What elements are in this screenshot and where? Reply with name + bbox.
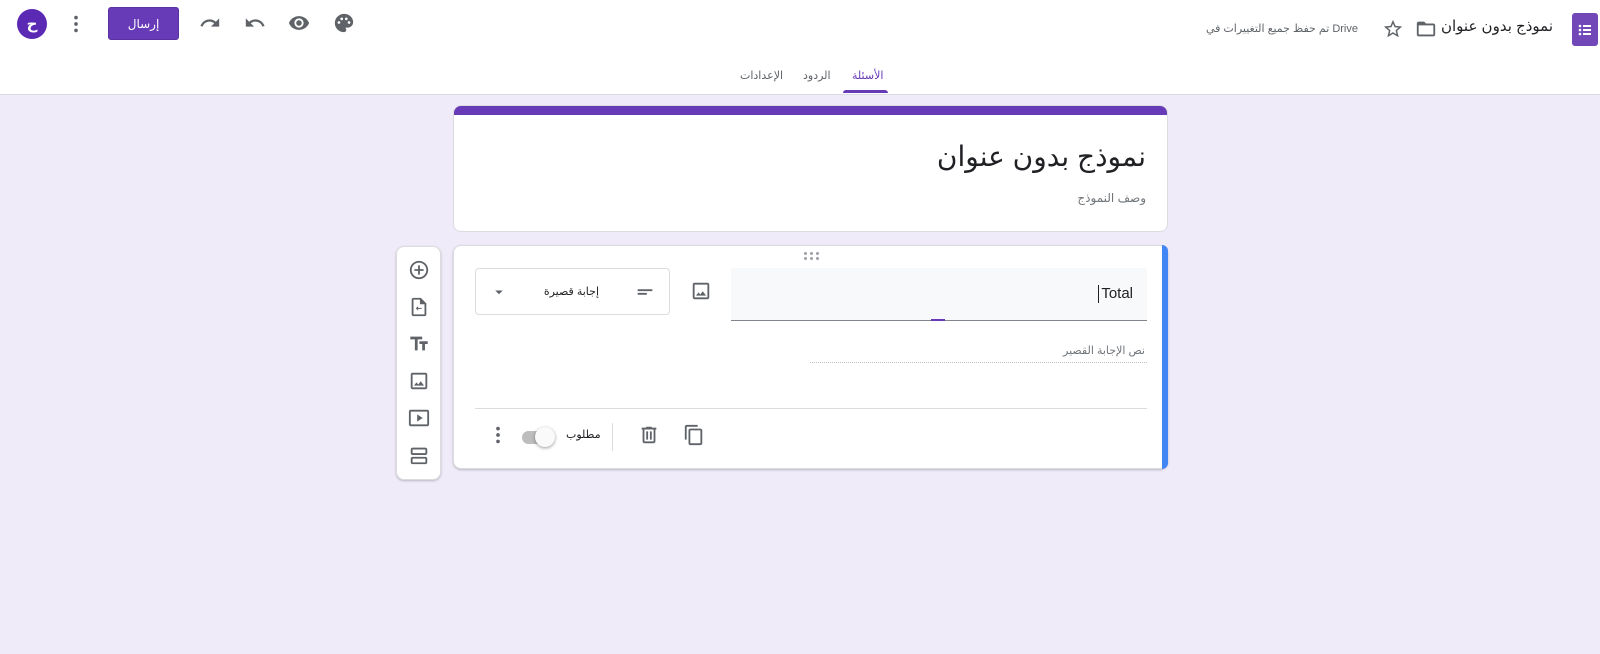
answer-underline xyxy=(810,362,1147,363)
input-focus-line xyxy=(931,319,945,321)
save-status: تم حفظ جميع التغييرات في Drive xyxy=(1205,23,1358,35)
floating-toolbar xyxy=(396,246,441,480)
redo-button[interactable] xyxy=(190,3,230,43)
import-questions-icon xyxy=(411,297,427,317)
eye-icon xyxy=(288,16,310,30)
redo-icon xyxy=(200,18,220,27)
send-button[interactable]: إرسال xyxy=(108,7,179,40)
duplicate-question-button[interactable] xyxy=(674,415,714,455)
document-title[interactable]: نموذج بدون عنوان xyxy=(1441,17,1553,35)
tab-settings[interactable]: الإعدادات xyxy=(740,69,783,82)
arrow-drop-down-icon xyxy=(495,290,503,295)
form-title[interactable]: نموذج بدون عنوان xyxy=(937,140,1146,173)
add-question-button[interactable] xyxy=(399,252,439,288)
folder-icon xyxy=(1416,21,1436,37)
tab-responses[interactable]: الردود xyxy=(803,69,831,82)
question-type-dropdown[interactable]: إجابة قصيرة xyxy=(475,268,670,315)
add-image-icon xyxy=(410,372,428,390)
question-title-input[interactable]: Total xyxy=(731,268,1147,321)
required-toggle[interactable] xyxy=(522,427,556,447)
tab-questions[interactable]: الأسئلة xyxy=(852,69,883,82)
short-text-icon xyxy=(637,289,653,295)
question-more-options-button[interactable] xyxy=(478,415,518,455)
more-vert-icon xyxy=(74,15,78,33)
add-question-image-button[interactable] xyxy=(681,271,721,311)
form-tabs: الأسئلة الردود الإعدادات xyxy=(0,69,1600,95)
title-card-accent xyxy=(454,106,1167,115)
add-question-icon xyxy=(409,260,429,280)
google-forms-logo[interactable] xyxy=(1572,13,1598,46)
delete-question-button[interactable] xyxy=(629,415,669,455)
question-card[interactable]: Total إجابة قصيرة نص الإجابة القصير مطلو… xyxy=(453,245,1168,469)
preview-button[interactable] xyxy=(279,3,319,43)
question-type-label: إجابة قصيرة xyxy=(543,286,599,298)
import-questions-button[interactable] xyxy=(399,289,439,325)
star-icon xyxy=(1383,19,1403,38)
palette-icon xyxy=(334,13,354,33)
add-title-icon xyxy=(410,336,428,351)
trash-icon xyxy=(641,426,657,444)
google-forms-icon xyxy=(1578,24,1591,35)
toggle-knob xyxy=(535,427,555,447)
short-answer-placeholder: نص الإجابة القصير xyxy=(1063,345,1145,357)
add-title-button[interactable] xyxy=(399,326,439,362)
add-section-button[interactable] xyxy=(399,437,439,473)
more-vert-icon xyxy=(496,426,500,444)
form-title-card: نموذج بدون عنوان وصف النموذج xyxy=(453,105,1168,232)
app-header: ح إرسال تم حفظ جميع التغييرات في Drive ن… xyxy=(0,0,1600,95)
form-description[interactable]: وصف النموذج xyxy=(1077,191,1146,205)
required-label: مطلوب xyxy=(566,429,601,441)
question-title-text: Total xyxy=(1101,285,1133,302)
add-video-button[interactable] xyxy=(399,400,439,436)
add-section-icon xyxy=(410,447,428,465)
more-options-button[interactable] xyxy=(56,4,96,44)
customize-theme-button[interactable] xyxy=(324,3,364,43)
drag-handle-icon[interactable] xyxy=(804,252,820,260)
text-cursor xyxy=(1098,285,1099,303)
account-avatar[interactable]: ح xyxy=(17,9,47,39)
active-tab-indicator xyxy=(843,90,888,93)
add-image-button[interactable] xyxy=(399,363,439,399)
question-footer-divider xyxy=(475,408,1147,409)
undo-button[interactable] xyxy=(235,3,275,43)
undo-icon xyxy=(245,18,265,27)
active-question-indicator xyxy=(1162,245,1168,469)
copy-icon xyxy=(684,424,703,446)
add-video-icon xyxy=(408,409,430,427)
footer-separator xyxy=(612,423,613,451)
image-icon xyxy=(692,282,710,300)
